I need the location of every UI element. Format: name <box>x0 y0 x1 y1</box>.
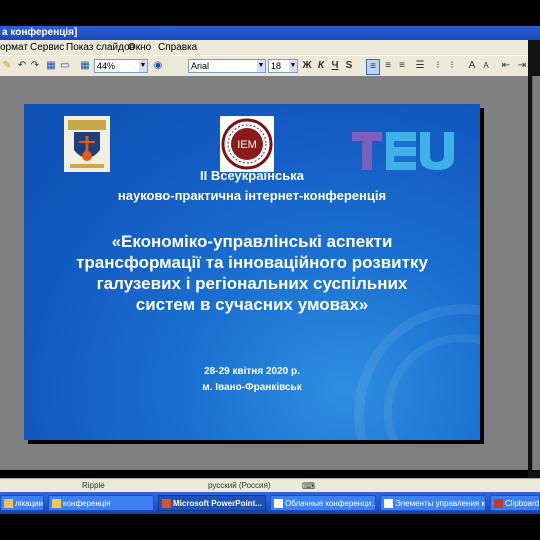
slide-canvas[interactable]: IEM II Всеукраїнська науково-практична і… <box>24 104 480 440</box>
bold-button[interactable]: Ж <box>302 59 312 73</box>
slide-title-line1: «Економіко-управлінські аспекти <box>111 232 393 251</box>
taskbar-item[interactable]: лікации - ... <box>0 495 44 511</box>
spellcheck-icon: ⌨ <box>302 481 315 491</box>
taskbar-item[interactable]: Элементы управления к... <box>380 495 486 511</box>
undo-icon[interactable]: ↶ <box>16 59 28 73</box>
status-bar: Ripple русский (Россия) ⌨ <box>0 478 540 493</box>
format-painter-icon[interactable]: ✎ <box>2 59 12 73</box>
align-left-icon[interactable]: ≡ <box>366 59 380 75</box>
powerpoint-icon <box>162 499 171 508</box>
menu-help[interactable]: Справка <box>158 40 197 55</box>
window-title: а конференція] <box>2 27 78 38</box>
university-logo <box>64 116 110 172</box>
font-value: Arial <box>191 61 210 71</box>
app-icon <box>4 499 13 508</box>
align-right-icon[interactable]: ≡ <box>396 59 408 73</box>
menu-bar: ормат Сервис Показ слайдов Окно Справка <box>0 40 540 55</box>
slide-date: 28-29 квітня 2020 р. <box>204 366 300 377</box>
italic-button[interactable]: К <box>316 59 326 73</box>
underline-button[interactable]: Ч <box>330 59 340 73</box>
status-language: русский (Россия) <box>208 481 271 490</box>
iem-logo-text: IEM <box>237 139 257 151</box>
iem-logo: IEM <box>220 116 274 172</box>
slide-title-line2: трансформації та інноваційного розвитку <box>76 253 428 272</box>
increase-font-icon[interactable]: A <box>466 59 478 73</box>
clipboard-icon <box>494 499 503 508</box>
bullet-list-icon[interactable]: ⁝ <box>446 59 458 73</box>
zoom-select[interactable]: 44% ▼ <box>94 59 148 73</box>
font-size-value: 18 <box>271 61 282 71</box>
chevron-down-icon: ▼ <box>289 60 297 72</box>
redo-icon[interactable]: ↷ <box>30 59 40 73</box>
grid-icon[interactable]: ▦ <box>80 59 90 73</box>
help-icon[interactable]: ◉ <box>152 59 164 73</box>
increase-indent-icon[interactable]: ⇤ <box>500 59 512 73</box>
menu-service[interactable]: Сервис <box>30 40 64 55</box>
slide-title-line3: галузевих і регіональних суспільних <box>96 274 408 293</box>
taskbar: лікации - ... конференція Microsoft Powe… <box>0 492 540 514</box>
toolbar: ✎ ↶ ↷ ▦ ▭ ▦ 44% ▼ ◉ Arial ▼ 18 ▼ Ж К Ч S… <box>0 55 540 77</box>
slide-title-line4: систем в сучасних умовах» <box>135 295 369 314</box>
chart-icon[interactable]: ▦ <box>46 59 56 73</box>
slide-city: м. Івано-Франківськ <box>202 382 302 393</box>
insert-table-icon[interactable]: ▭ <box>60 59 70 73</box>
chevron-down-icon: ▼ <box>139 60 147 72</box>
font-size-select[interactable]: 18 ▼ <box>268 59 298 73</box>
decrease-indent-icon[interactable]: ⇥ <box>516 59 528 73</box>
font-select[interactable]: Arial ▼ <box>188 59 266 73</box>
taskbar-item[interactable]: конференція <box>48 495 154 511</box>
folder-icon <box>52 499 61 508</box>
slide-line1: II Всеукраїнська <box>200 168 304 183</box>
teu-logo <box>352 126 456 172</box>
menu-window[interactable]: Окно <box>128 40 151 55</box>
window-titlebar: а конференція] <box>0 26 540 40</box>
slide-line2: науково-практична інтернет-конференція <box>117 188 387 203</box>
right-panel <box>532 76 540 470</box>
zoom-value: 44% <box>97 61 116 71</box>
justify-icon[interactable]: ☰ <box>414 59 426 73</box>
shadow-button[interactable]: S <box>344 59 354 73</box>
taskbar-item-active[interactable]: Microsoft PowerPoint... <box>158 495 266 511</box>
numbered-list-icon[interactable]: ⁝ <box>432 59 444 73</box>
align-center-icon[interactable]: ≡ <box>382 59 394 73</box>
menu-format[interactable]: ормат <box>0 40 28 55</box>
taskbar-item[interactable]: ClipboardOv... <box>490 495 540 511</box>
decrease-font-icon[interactable]: A <box>480 59 492 73</box>
status-design: Ripple <box>82 481 105 490</box>
browser-icon <box>384 499 393 508</box>
menu-slideshow[interactable]: Показ слайдов <box>66 40 135 55</box>
taskbar-item[interactable]: Облачные конференци... <box>270 495 376 511</box>
browser-icon <box>274 499 283 508</box>
chevron-down-icon: ▼ <box>257 60 265 72</box>
